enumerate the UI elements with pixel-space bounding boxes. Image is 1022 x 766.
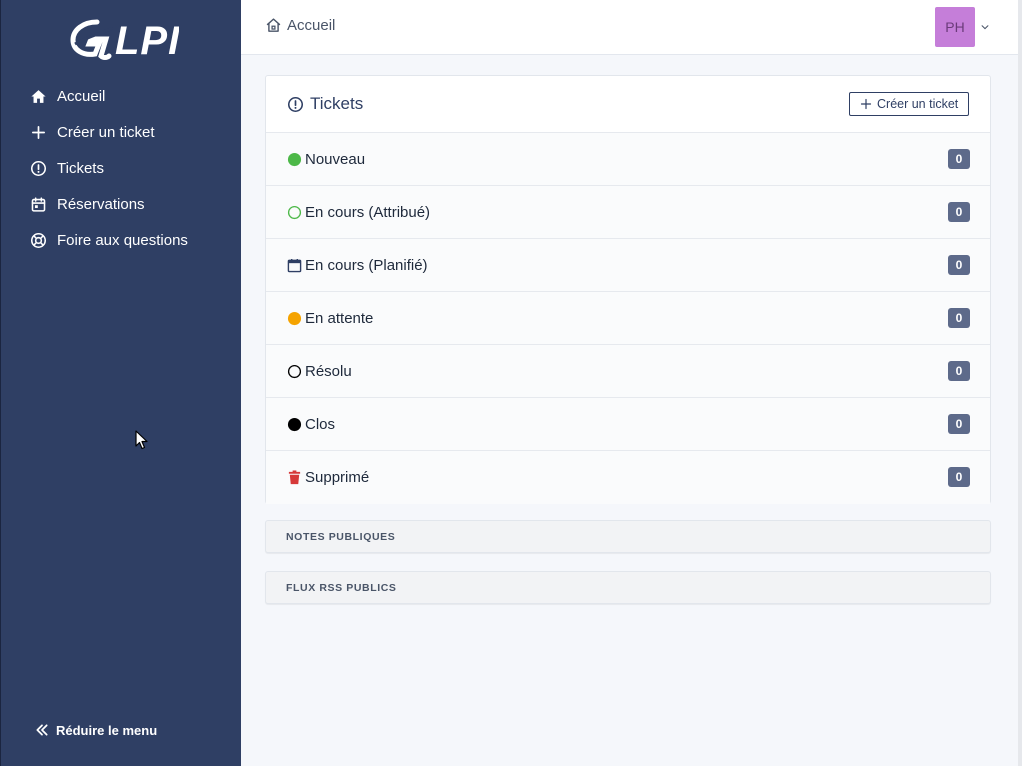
public-rss-panel[interactable]: FLUX RSS PUBLICS [265, 571, 991, 604]
breadcrumb-label: Accueil [287, 17, 336, 34]
sidebar-item-label: Réservations [57, 195, 145, 213]
public-rss-label: FLUX RSS PUBLICS [286, 581, 397, 594]
lifebuoy-icon [29, 231, 47, 249]
ticket-status-row-planned[interactable]: En cours (Planifié) 0 [266, 239, 990, 292]
status-label: Clos [305, 415, 336, 433]
status-count-badge: 0 [948, 202, 970, 222]
ticket-status-row-assigned[interactable]: En cours (Attribué) 0 [266, 186, 990, 239]
alert-circle-icon [29, 159, 47, 177]
status-count-badge: 0 [948, 149, 970, 169]
home-icon [29, 87, 47, 105]
status-count-badge: 0 [948, 467, 970, 487]
green-outline-circle-icon [286, 204, 302, 220]
status-count-badge: 0 [948, 255, 970, 275]
orange-filled-circle-icon [286, 310, 302, 326]
sidebar-item-tickets[interactable]: Tickets [1, 150, 242, 186]
alert-circle-icon [287, 96, 304, 112]
status-count-badge: 0 [948, 308, 970, 328]
double-chevron-left-icon [36, 724, 48, 736]
status-count-badge: 0 [948, 361, 970, 381]
sidebar-item-label: Foire aux questions [57, 231, 188, 249]
ticket-status-row-deleted[interactable]: Supprimé 0 [266, 451, 990, 504]
breadcrumb[interactable]: Accueil [265, 17, 335, 34]
black-filled-circle-icon [286, 416, 302, 432]
green-filled-circle-icon [286, 151, 302, 167]
status-label: En cours (Planifié) [305, 256, 428, 274]
public-notes-label: NOTES PUBLIQUES [286, 530, 396, 543]
create-ticket-label: Créer un ticket [877, 97, 959, 111]
plus-icon [860, 98, 872, 110]
tickets-card-header: Tickets Créer un ticket [266, 76, 990, 133]
plus-icon [29, 123, 47, 141]
avatar[interactable]: PH [935, 7, 975, 47]
status-label: Supprimé [305, 469, 370, 486]
trash-icon [286, 470, 302, 486]
mouse-pointer-icon [135, 430, 148, 450]
sidebar-item-label: Accueil [57, 87, 106, 105]
sidebar: LPI Accueil Créer un ticket Tickets Rése… [0, 0, 241, 766]
svg-text:LPI: LPI [115, 19, 179, 63]
calendar-icon [286, 257, 302, 273]
page-scrollbar[interactable] [1018, 0, 1022, 766]
status-label: En attente [305, 309, 374, 327]
status-label: Nouveau [305, 150, 366, 168]
top-header: Accueil PH [241, 0, 1018, 55]
ticket-status-row-solved[interactable]: Résolu 0 [266, 345, 990, 398]
sidebar-item-reservations[interactable]: Réservations [1, 186, 242, 222]
calendar-icon [29, 195, 47, 213]
ticket-status-row-waiting[interactable]: En attente 0 [266, 292, 990, 345]
sidebar-item-faq[interactable]: Foire aux questions [1, 222, 242, 258]
tickets-card: Tickets Créer un ticket Nouveau 0 En cou… [265, 75, 991, 504]
user-menu[interactable]: PH [935, 7, 990, 47]
collapse-menu-label: Réduire le menu [56, 722, 158, 738]
create-ticket-button[interactable]: Créer un ticket [849, 92, 970, 116]
sidebar-nav: Accueil Créer un ticket Tickets Réservat… [1, 78, 242, 258]
status-count-badge: 0 [948, 414, 970, 434]
collapse-menu-button[interactable]: Réduire le menu [34, 722, 157, 738]
ticket-status-row-new[interactable]: Nouveau 0 [266, 133, 990, 186]
public-notes-panel[interactable]: NOTES PUBLIQUES [265, 520, 991, 553]
status-label: En cours (Attribué) [305, 203, 431, 221]
tickets-title-label: Tickets [310, 94, 364, 113]
ticket-status-row-closed[interactable]: Clos 0 [266, 398, 990, 451]
tickets-card-title[interactable]: Tickets [287, 94, 363, 114]
sidebar-item-label: Tickets [57, 159, 104, 177]
glpi-logo[interactable]: LPI [69, 14, 179, 64]
home-outline-icon [266, 18, 281, 32]
chevron-down-icon [981, 25, 989, 30]
sidebar-item-accueil[interactable]: Accueil [1, 78, 242, 114]
status-label: Résolu [305, 362, 352, 380]
black-outline-circle-icon [286, 363, 302, 379]
sidebar-item-label: Créer un ticket [57, 123, 155, 141]
sidebar-item-creer-ticket[interactable]: Créer un ticket [1, 114, 242, 150]
